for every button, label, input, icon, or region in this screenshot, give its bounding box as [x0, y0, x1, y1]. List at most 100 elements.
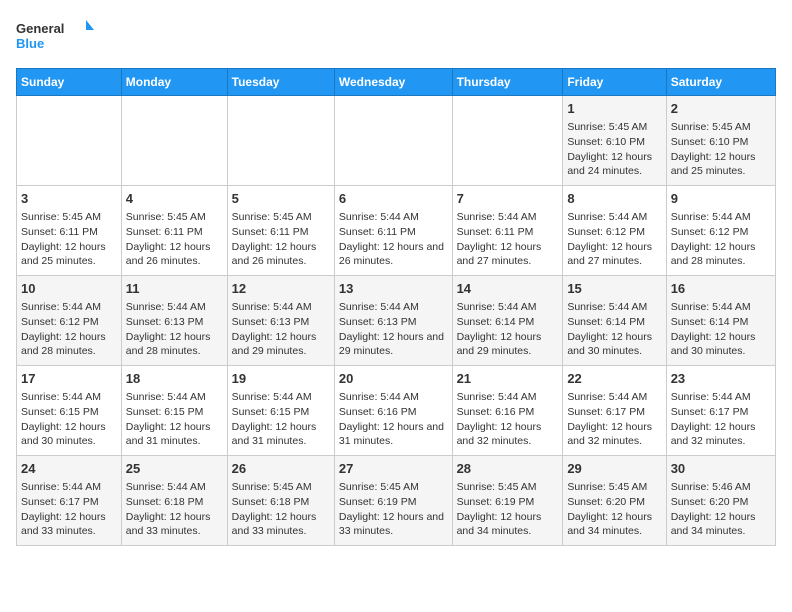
calendar-cell: 23Sunrise: 5:44 AMSunset: 6:17 PMDayligh… — [666, 366, 775, 456]
day-info: Sunset: 6:12 PM — [567, 225, 661, 240]
day-info: Sunset: 6:14 PM — [671, 315, 771, 330]
calendar-cell: 18 Sunrise: 5:44 AMSunset: 6:15 PMDayligh… — [121, 366, 227, 456]
day-info: Sunrise: 5:44 AM — [21, 480, 117, 495]
week-row-2: 3Sunrise: 5:45 AMSunset: 6:11 PMDaylight… — [17, 186, 776, 276]
calendar-cell: 24Sunrise: 5:44 AMSunset: 6:17 PMDayligh… — [17, 456, 122, 546]
day-info: Daylight: 12 hours and 30 minutes. — [567, 330, 661, 359]
weekday-header-saturday: Saturday — [666, 69, 775, 96]
weekday-header-friday: Friday — [563, 69, 666, 96]
calendar-cell: 9Sunrise: 5:44 AMSunset: 6:12 PMDaylight… — [666, 186, 775, 276]
day-number: 11 — [126, 280, 223, 298]
day-info: Sunrise: 5:45 AM — [671, 120, 771, 135]
day-number: 22 — [567, 370, 661, 388]
calendar-cell: 19Sunrise: 5:44 AMSunset: 6:15 PMDayligh… — [227, 366, 334, 456]
day-info: Daylight: 12 hours and 25 minutes. — [21, 240, 117, 269]
day-number: 5 — [232, 190, 330, 208]
day-number: 10 — [21, 280, 117, 298]
day-info: Sunset: 6:11 PM — [232, 225, 330, 240]
calendar-cell: 17 Sunrise: 5:44 AMSunset: 6:15 PMDayligh… — [17, 366, 122, 456]
day-info: Sunrise: 5:44 AM — [126, 300, 223, 315]
calendar-cell — [17, 96, 122, 186]
weekday-header-wednesday: Wednesday — [334, 69, 452, 96]
day-info: Daylight: 12 hours and 25 minutes. — [671, 150, 771, 179]
day-info: Daylight: 12 hours and 31 minutes. — [126, 420, 223, 449]
day-info: Daylight: 12 hours and 34 minutes. — [671, 510, 771, 539]
day-info: Sunset: 6:15 PM — [126, 405, 223, 420]
day-number: 16 — [671, 280, 771, 298]
day-info: Sunrise: 5:44 AM — [126, 390, 223, 405]
weekday-header-sunday: Sunday — [17, 69, 122, 96]
day-number: 18 — [126, 370, 223, 388]
day-info: Sunrise: 5:45 AM — [232, 480, 330, 495]
day-info: Sunrise: 5:44 AM — [457, 390, 559, 405]
day-info: Sunset: 6:10 PM — [671, 135, 771, 150]
day-info: Sunset: 6:12 PM — [21, 315, 117, 330]
day-info: Daylight: 12 hours and 32 minutes. — [457, 420, 559, 449]
day-info: Sunset: 6:15 PM — [21, 405, 117, 420]
day-info: Daylight: 12 hours and 33 minutes. — [126, 510, 223, 539]
day-info: Sunrise: 5:44 AM — [21, 390, 117, 405]
weekday-header-thursday: Thursday — [452, 69, 563, 96]
calendar-cell — [452, 96, 563, 186]
day-number: 29 — [567, 460, 661, 478]
calendar-cell: 12Sunrise: 5:44 AMSunset: 6:13 PMDayligh… — [227, 276, 334, 366]
calendar-cell: 29Sunrise: 5:45 AMSunset: 6:20 PMDayligh… — [563, 456, 666, 546]
day-number: 20 — [339, 370, 448, 388]
calendar-cell: 1Sunrise: 5:45 AMSunset: 6:10 PMDaylight… — [563, 96, 666, 186]
day-number: 23 — [671, 370, 771, 388]
calendar-cell: 30Sunrise: 5:46 AMSunset: 6:20 PMDayligh… — [666, 456, 775, 546]
day-info: Sunrise: 5:44 AM — [567, 390, 661, 405]
day-info: Daylight: 12 hours and 26 minutes. — [232, 240, 330, 269]
day-info: Sunset: 6:18 PM — [232, 495, 330, 510]
day-info: Sunset: 6:18 PM — [126, 495, 223, 510]
day-number: 17 — [21, 370, 117, 388]
svg-text:Blue: Blue — [16, 36, 44, 51]
day-number: 6 — [339, 190, 448, 208]
day-info: Sunset: 6:20 PM — [671, 495, 771, 510]
day-info: Sunrise: 5:45 AM — [457, 480, 559, 495]
calendar-cell — [121, 96, 227, 186]
day-info: Daylight: 12 hours and 34 minutes. — [457, 510, 559, 539]
day-number: 8 — [567, 190, 661, 208]
day-info: Daylight: 12 hours and 31 minutes. — [339, 420, 448, 449]
day-info: Daylight: 12 hours and 26 minutes. — [339, 240, 448, 269]
day-info: Daylight: 12 hours and 33 minutes. — [232, 510, 330, 539]
day-info: Daylight: 12 hours and 24 minutes. — [567, 150, 661, 179]
day-info: Daylight: 12 hours and 33 minutes. — [339, 510, 448, 539]
day-info: Sunrise: 5:45 AM — [232, 210, 330, 225]
calendar-cell: 11Sunrise: 5:44 AMSunset: 6:13 PMDayligh… — [121, 276, 227, 366]
day-info: Sunset: 6:13 PM — [339, 315, 448, 330]
day-info: Sunrise: 5:44 AM — [671, 300, 771, 315]
day-info: Sunrise: 5:45 AM — [567, 120, 661, 135]
day-number: 24 — [21, 460, 117, 478]
day-info: Sunrise: 5:44 AM — [339, 300, 448, 315]
week-row-1: 1Sunrise: 5:45 AMSunset: 6:10 PMDaylight… — [17, 96, 776, 186]
day-info: Daylight: 12 hours and 28 minutes. — [126, 330, 223, 359]
day-info: Daylight: 12 hours and 32 minutes. — [671, 420, 771, 449]
day-info: Daylight: 12 hours and 26 minutes. — [126, 240, 223, 269]
day-number: 21 — [457, 370, 559, 388]
day-info: Sunrise: 5:45 AM — [567, 480, 661, 495]
week-row-5: 24 Sunrise: 5:44 AMSunset: 6:17 PM Dayligh… — [17, 456, 776, 546]
day-info: Sunrise: 5:44 AM — [339, 210, 448, 225]
day-info: Sunrise: 5:44 AM — [339, 390, 448, 405]
day-info: Daylight: 12 hours and 29 minutes. — [457, 330, 559, 359]
day-info: Daylight: 12 hours and 34 minutes. — [567, 510, 661, 539]
calendar-cell: 20Sunrise: 5:44 AMSunset: 6:16 PMDayligh… — [334, 366, 452, 456]
day-info: Sunset: 6:17 PM — [21, 495, 117, 510]
day-info: Daylight: 12 hours and 28 minutes. — [21, 330, 117, 359]
day-info: Sunset: 6:11 PM — [126, 225, 223, 240]
day-info: Daylight: 12 hours and 30 minutes. — [21, 420, 117, 449]
day-number: 27 — [339, 460, 448, 478]
day-info: Sunset: 6:11 PM — [21, 225, 117, 240]
weekday-header-tuesday: Tuesday — [227, 69, 334, 96]
day-info: Sunrise: 5:46 AM — [671, 480, 771, 495]
weekday-header-monday: Monday — [121, 69, 227, 96]
day-info: Sunset: 6:15 PM — [232, 405, 330, 420]
day-info: Sunrise: 5:44 AM — [232, 300, 330, 315]
day-number: 2 — [671, 100, 771, 118]
day-number: 25 — [126, 460, 223, 478]
svg-text:General: General — [16, 21, 64, 36]
calendar-cell: 6Sunrise: 5:44 AMSunset: 6:11 PMDaylight… — [334, 186, 452, 276]
calendar-cell: 2 Sunrise: 5:45 AMSunset: 6:10 PMDaylight… — [666, 96, 775, 186]
